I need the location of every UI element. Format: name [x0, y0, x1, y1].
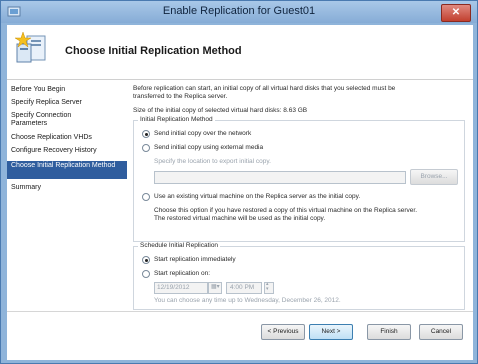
calendar-dropdown-button[interactable]: ▦▾	[208, 282, 222, 294]
export-location-label: Specify the location to export initial c…	[154, 158, 271, 165]
window-title: Enable Replication for Guest01	[162, 5, 316, 17]
initial-replication-method-group: Initial Replication Method Send initial …	[133, 116, 465, 242]
wizard-nav: Before You Begin Specify Replica Server …	[7, 80, 127, 310]
nav-item-choose-initial-replication-method[interactable]: Choose Initial Replication Method	[7, 161, 127, 179]
radio-send-over-network[interactable]	[142, 130, 150, 138]
wizard-content: Before replication can start, an initial…	[133, 80, 467, 310]
close-button[interactable]: ✕	[441, 4, 471, 22]
wizard-window: Enable Replication for Guest01 ✕ Choose …	[0, 0, 478, 364]
finish-button[interactable]: Finish	[367, 324, 411, 340]
radio-send-external-media[interactable]	[142, 144, 150, 152]
replication-wizard-icon	[14, 31, 46, 63]
nav-item-before-you-begin[interactable]: Before You Begin	[7, 86, 131, 94]
previous-button[interactable]: < Previous	[261, 324, 305, 340]
radio-start-immediately[interactable]	[142, 256, 150, 264]
label-send-over-network[interactable]: Send initial copy over the network	[154, 130, 251, 137]
initial-copy-size: Size of the initial copy of selected vir…	[133, 107, 308, 114]
nav-item-specify-connection-parameters[interactable]: Specify Connection Parameters	[7, 112, 101, 128]
schedule-hint: You can choose any time up to Wednesday,…	[154, 297, 341, 304]
spinner-arrows-icon: ▴ ▾	[266, 281, 269, 292]
group-label-schedule: Schedule Initial Replication	[138, 242, 221, 249]
nav-item-choose-replication-vhds[interactable]: Choose Replication VHDs	[7, 134, 131, 142]
label-start-immediately[interactable]: Start replication immediately	[154, 256, 236, 263]
wizard-client-area: Choose Initial Replication Method Before…	[7, 25, 473, 360]
group-label-method: Initial Replication Method	[138, 116, 215, 123]
export-location-input[interactable]	[154, 171, 406, 184]
close-icon: ✕	[451, 7, 461, 18]
browse-button[interactable]: Browse...	[410, 169, 458, 185]
page-title: Choose Initial Replication Method	[65, 45, 242, 57]
start-time-value: 4:00 PM	[230, 284, 255, 291]
start-date-value: 12/19/2012	[157, 284, 190, 291]
wizard-footer: < Previous Next > Finish Cancel	[7, 311, 473, 360]
time-spinner[interactable]: ▴ ▾	[264, 282, 274, 294]
nav-item-configure-recovery-history[interactable]: Configure Recovery History	[7, 147, 131, 155]
existing-vm-desc-line-1: Choose this option if you have restored …	[154, 207, 418, 214]
nav-item-specify-replica-server[interactable]: Specify Replica Server	[7, 99, 131, 107]
label-use-existing-vm[interactable]: Use an existing virtual machine on the R…	[154, 193, 360, 200]
radio-use-existing-vm[interactable]	[142, 193, 150, 201]
schedule-initial-replication-group: Schedule Initial Replication Start repli…	[133, 242, 465, 310]
label-start-on[interactable]: Start replication on:	[154, 270, 210, 277]
label-send-external-media[interactable]: Send initial copy using external media	[154, 144, 263, 151]
cancel-button[interactable]: Cancel	[419, 324, 463, 340]
wizard-header: Choose Initial Replication Method	[7, 25, 473, 80]
next-button[interactable]: Next >	[309, 324, 353, 340]
nav-item-summary[interactable]: Summary	[7, 184, 131, 192]
start-date-picker[interactable]: 12/19/2012	[154, 282, 208, 294]
title-bar[interactable]: Enable Replication for Guest01 ✕	[1, 1, 477, 23]
intro-text-line-2: transferred to the Replica server.	[133, 93, 228, 100]
intro-text-line-1: Before replication can start, an initial…	[133, 85, 396, 92]
existing-vm-desc-line-2: The restored virtual machine will be use…	[154, 215, 326, 222]
start-time-picker[interactable]: 4:00 PM	[226, 282, 262, 294]
radio-start-on[interactable]	[142, 270, 150, 278]
calendar-icon: ▦▾	[211, 284, 220, 290]
